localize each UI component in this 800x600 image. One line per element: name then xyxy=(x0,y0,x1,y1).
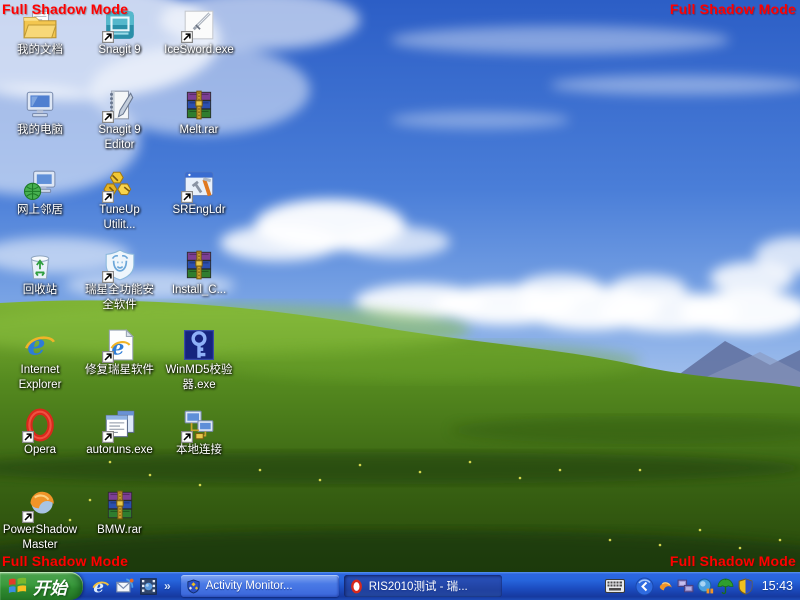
shortcut-arrow-icon xyxy=(102,271,114,283)
taskbar-button-activity-monitor[interactable]: Activity Monitor... xyxy=(181,575,339,597)
opera-icon xyxy=(23,408,57,442)
shadow-mode-label-bottom-right: Full Shadow Mode xyxy=(670,553,796,569)
start-button[interactable]: 开始 xyxy=(0,572,83,600)
quick-launch-bar: » e xyxy=(83,577,176,596)
rising-security-icon xyxy=(103,248,137,282)
desktop-icon-recycle-bin[interactable]: 回收站 xyxy=(1,248,79,298)
desktop-icon-label: 网上邻居 xyxy=(1,203,79,218)
winmd5-exe-icon xyxy=(182,328,216,362)
quicklaunch-outlook-express-icon[interactable] xyxy=(115,577,134,596)
desktop-icon-autoruns-exe[interactable]: autoruns.exe xyxy=(81,408,159,458)
powershadow-master-icon xyxy=(23,488,57,522)
desktop-icon-my-computer[interactable]: 我的电脑 xyxy=(1,88,79,138)
system-tray: 15:43 xyxy=(633,572,800,600)
desktop-icon-opera[interactable]: Opera xyxy=(1,408,79,458)
taskbar-button-label: Activity Monitor... xyxy=(206,580,293,592)
quick-launch-overflow-chevron-icon[interactable]: » xyxy=(164,579,171,593)
network-places-icon xyxy=(23,168,57,202)
desktop-icon-network-places[interactable]: 网上邻居 xyxy=(1,168,79,218)
rising-monitor-tray-icon[interactable] xyxy=(697,578,714,595)
srengldr-icon xyxy=(182,168,216,202)
snagit-9-editor-icon xyxy=(103,88,137,122)
opera16-icon xyxy=(349,579,364,594)
my-computer-icon xyxy=(23,88,57,122)
desktop-icon-srengldr[interactable]: SREngLdr xyxy=(160,168,238,218)
repair-rising-icon: e xyxy=(103,328,137,362)
desktop-icon-powershadow-master[interactable]: PowerShadow Master xyxy=(1,488,79,553)
shortcut-arrow-icon xyxy=(22,511,34,523)
shortcut-arrow-icon xyxy=(181,191,193,203)
shield-activity-icon xyxy=(186,579,201,594)
desktop-icon-label: 本地连接 xyxy=(160,443,238,458)
desktop-icon-label: PowerShadow Master xyxy=(1,523,79,553)
desktop-icon-label: IceSword.exe xyxy=(160,43,238,58)
desktop-icon-label: Snagit 9 Editor xyxy=(81,123,159,153)
desktop-icon-snagit-9-editor[interactable]: Snagit 9 Editor xyxy=(81,88,159,153)
windows-xp-desktop-screen: Full Shadow Mode Full Shadow Mode Full S… xyxy=(0,0,800,600)
desktop-icon-rising-security[interactable]: 瑞星全功能安 全软件 xyxy=(81,248,159,313)
desktop-icon-install-c-rar[interactable]: Install_C... xyxy=(160,248,238,298)
taskbar-button-label: RIS2010测试 - 瑞... xyxy=(369,578,468,594)
desktop-icon-label: 修复瑞星软件 xyxy=(81,363,159,378)
shortcut-arrow-icon xyxy=(181,31,193,43)
desktop-icon-repair-rising[interactable]: e修复瑞星软件 xyxy=(81,328,159,378)
desktop-icon-label: Snagit 9 xyxy=(81,43,159,58)
desktop-icon-label: BMW.rar xyxy=(81,523,159,538)
desktop-icon-local-area-connection[interactable]: 本地连接 xyxy=(160,408,238,458)
desktop-icon-label: SREngLdr xyxy=(160,203,238,218)
desktop-icon-label: Install_C... xyxy=(160,283,238,298)
bmw-rar-icon xyxy=(103,488,137,522)
start-button-label: 开始 xyxy=(33,574,67,599)
desktop-icon-winmd5-exe[interactable]: WinMD5校验 器.exe xyxy=(160,328,238,393)
desktop-icon-label: 瑞星全功能安 全软件 xyxy=(81,283,159,313)
desktop-icon-label: Melt.rar xyxy=(160,123,238,138)
quicklaunch-media-player-icon[interactable] xyxy=(139,577,158,596)
desktop-icon-label: 我的电脑 xyxy=(1,123,79,138)
shortcut-arrow-icon xyxy=(22,431,34,443)
shortcut-arrow-icon xyxy=(102,111,114,123)
hidden-icons-chevron-icon[interactable] xyxy=(635,577,654,596)
taskbar-button-ris2010-test[interactable]: RIS2010测试 - 瑞... xyxy=(344,575,502,597)
desktop-icon-label: Internet Explorer xyxy=(1,363,79,393)
shortcut-arrow-icon xyxy=(102,31,114,43)
shadow-mode-label-bottom-left: Full Shadow Mode xyxy=(2,553,128,569)
desktop-icon-label: autoruns.exe xyxy=(81,443,159,458)
desktop-icon-internet-explorer[interactable]: eInternet Explorer xyxy=(1,328,79,393)
local-area-connection-icon xyxy=(182,408,216,442)
taskbar: 开始 » e Activity Monitor... RIS2010测试 - 瑞.… xyxy=(0,572,800,600)
desktop-icon-icesword-exe[interactable]: IceSword.exe xyxy=(160,8,238,58)
svg-text:e: e xyxy=(27,328,45,362)
shortcut-arrow-icon xyxy=(102,351,114,363)
shortcut-arrow-icon xyxy=(181,431,193,443)
ime-keyboard-icon[interactable] xyxy=(605,579,625,593)
shortcut-arrow-icon xyxy=(102,191,114,203)
desktop-icon-label: TuneUp Utilit... xyxy=(81,203,159,233)
taskbar-clock[interactable]: 15:43 xyxy=(762,579,793,593)
windows-flag-icon xyxy=(7,576,28,597)
tuneup-utilities-icon xyxy=(103,168,137,202)
quicklaunch-internet-explorer-icon[interactable]: e xyxy=(91,577,110,596)
recycle-bin-icon xyxy=(23,248,57,282)
desktop-icon-label: 我的文档 xyxy=(1,43,79,58)
shadow-mode-label-top-right: Full Shadow Mode xyxy=(670,1,796,17)
security-shield-tray-icon[interactable] xyxy=(737,578,754,595)
shadow-mode-label-top-left: Full Shadow Mode xyxy=(2,1,128,17)
desktop-icon-label: WinMD5校验 器.exe xyxy=(160,363,238,393)
desktop-icon-bmw-rar[interactable]: BMW.rar xyxy=(81,488,159,538)
network-connection-tray-icon[interactable] xyxy=(677,578,694,595)
shortcut-arrow-icon xyxy=(102,431,114,443)
desktop-icon-melt-rar[interactable]: Melt.rar xyxy=(160,88,238,138)
powershadow-tray-icon[interactable] xyxy=(657,578,674,595)
desktop-icon-label: Opera xyxy=(1,443,79,458)
install-c-rar-icon xyxy=(182,248,216,282)
desktop-icon-tuneup-utilities[interactable]: TuneUp Utilit... xyxy=(81,168,159,233)
internet-explorer-icon: e xyxy=(23,328,57,362)
autoruns-exe-icon xyxy=(103,408,137,442)
desktop-icon-label: 回收站 xyxy=(1,283,79,298)
rising-umbrella-tray-icon[interactable] xyxy=(717,578,734,595)
melt-rar-icon xyxy=(182,88,216,122)
task-buttons: Activity Monitor... RIS2010测试 - 瑞... xyxy=(176,575,502,597)
icesword-exe-icon xyxy=(182,8,216,42)
desktop-icon-grid: 我的文档Snagit 9IceSword.exe 我的电脑Snagit 9 Edi… xyxy=(0,0,800,572)
